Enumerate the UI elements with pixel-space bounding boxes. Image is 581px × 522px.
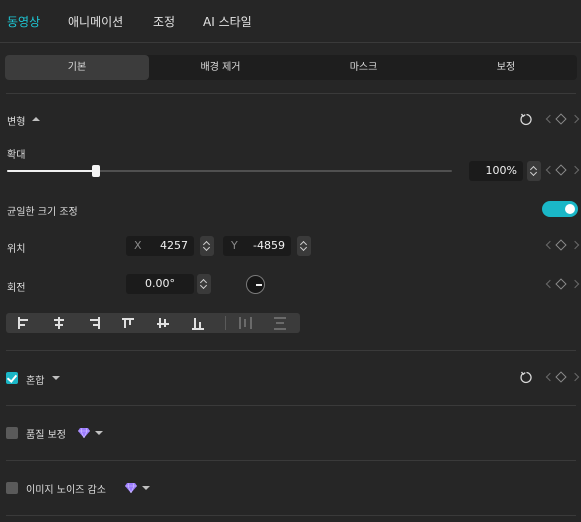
scale-slider-fill: [7, 170, 96, 172]
position-y-input[interactable]: Y -4859: [223, 236, 291, 256]
align-right-icon[interactable]: [87, 317, 101, 329]
toolbar-separator: [225, 316, 226, 330]
distribute-horizontal-icon: [239, 317, 253, 329]
divider: [6, 93, 576, 94]
sub-tab-enhance[interactable]: 보정: [435, 55, 577, 80]
blend-checkbox[interactable]: [6, 372, 18, 384]
sub-tab-bar: 기본 배경 제거 마스크 보정: [5, 55, 577, 80]
align-bottom-icon[interactable]: [192, 317, 206, 330]
scale-stepper[interactable]: [527, 161, 541, 181]
top-tab-bar: 동영상 애니메이션 조정 AI 스타일: [0, 0, 581, 43]
keyframe-icon[interactable]: [545, 239, 580, 252]
scale-slider[interactable]: [7, 165, 452, 177]
rotation-stepper[interactable]: [197, 274, 211, 294]
uniform-scale-toggle[interactable]: [542, 201, 578, 217]
gem-icon: [125, 483, 137, 493]
scale-value: 100%: [485, 164, 517, 177]
tab-adjust[interactable]: 조정: [153, 13, 175, 30]
divider: [6, 460, 576, 461]
position-x-input[interactable]: X 4257: [126, 236, 194, 256]
rotation-value: 0.00°: [145, 277, 175, 290]
align-left-icon[interactable]: [17, 317, 31, 329]
toggle-knob: [565, 204, 575, 214]
tab-video[interactable]: 동영상: [7, 13, 40, 30]
align-top-icon[interactable]: [122, 317, 136, 329]
alignment-toolbar: [6, 313, 300, 333]
sub-tab-remove-background[interactable]: 배경 제거: [149, 55, 292, 80]
align-center-vertical-icon[interactable]: [157, 317, 171, 329]
keyframe-icon[interactable]: [545, 164, 580, 177]
rotation-dial[interactable]: [246, 275, 265, 294]
tab-animation[interactable]: 애니메이션: [68, 13, 123, 30]
position-x-stepper[interactable]: [200, 236, 214, 256]
scale-value-input[interactable]: 100%: [469, 161, 523, 181]
y-axis-label: Y: [231, 239, 238, 252]
transform-section-label[interactable]: 변형: [7, 113, 25, 128]
rotation-input[interactable]: 0.00°: [126, 274, 194, 294]
quality-checkbox[interactable]: [6, 427, 18, 439]
divider: [6, 515, 576, 516]
reset-icon[interactable]: [520, 113, 533, 126]
position-x-value: 4257: [160, 239, 188, 252]
keyframe-icon[interactable]: [545, 278, 580, 291]
align-center-horizontal-icon[interactable]: [52, 317, 66, 329]
chevron-down-icon[interactable]: [52, 376, 60, 380]
chevron-down-icon[interactable]: [95, 431, 103, 435]
keyframe-icon[interactable]: [545, 371, 580, 384]
quality-label[interactable]: 품질 보정: [26, 426, 66, 441]
denoise-label[interactable]: 이미지 노이즈 감소: [26, 481, 106, 496]
position-y-value: -4859: [253, 239, 285, 252]
distribute-vertical-icon: [274, 317, 288, 330]
rotation-label: 회전: [7, 283, 26, 294]
sub-tab-basic[interactable]: 기본: [5, 55, 149, 80]
sub-tab-mask[interactable]: 마스크: [292, 55, 435, 80]
divider: [6, 350, 576, 351]
x-axis-label: X: [134, 239, 142, 252]
chevron-down-icon[interactable]: [142, 486, 150, 490]
keyframe-icon[interactable]: [545, 113, 580, 126]
uniform-scale-label: 균일한 크기 조정: [7, 207, 78, 218]
blend-label[interactable]: 혼합: [26, 372, 44, 387]
position-y-stepper[interactable]: [297, 236, 311, 256]
chevron-up-icon[interactable]: [32, 117, 40, 121]
position-label: 위치: [7, 244, 26, 255]
divider: [6, 405, 576, 406]
denoise-checkbox[interactable]: [6, 482, 18, 494]
scale-label: 확대: [7, 150, 26, 161]
scale-slider-thumb[interactable]: [92, 165, 100, 177]
reset-icon[interactable]: [520, 371, 533, 384]
gem-icon: [78, 428, 90, 438]
tab-ai-style[interactable]: AI 스타일: [203, 13, 252, 30]
